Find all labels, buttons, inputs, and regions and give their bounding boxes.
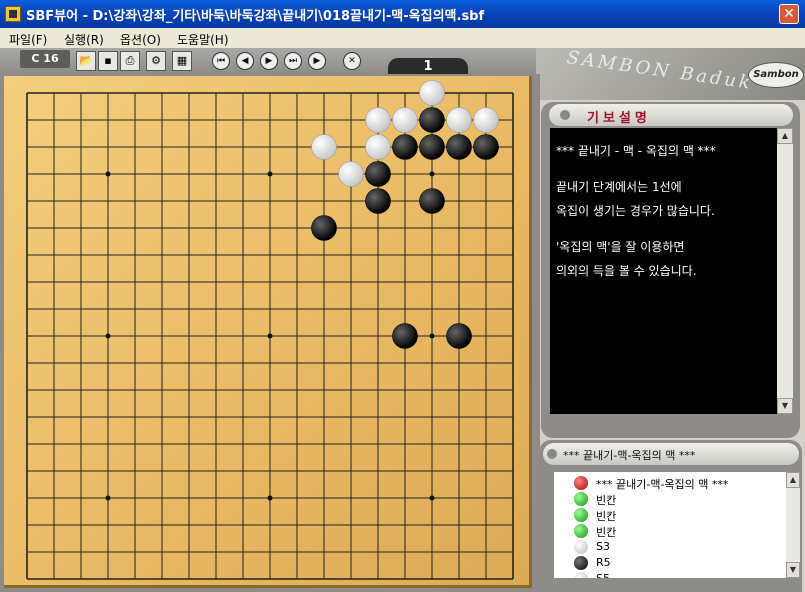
first-move-icon[interactable]: ⏮ — [212, 52, 230, 70]
green-gem-icon — [574, 492, 588, 506]
brand-logo: SAMBON Baduk — [565, 47, 755, 94]
move-tree[interactable]: *** 끝내기-맥-옥집의 맥 *** 빈칸 빈칸 빈칸 S3 R5 S5 — [554, 472, 800, 578]
white-stone — [365, 107, 391, 133]
black-stone — [446, 323, 472, 349]
scroll-down-icon[interactable]: ▼ — [786, 562, 800, 578]
go-board[interactable] — [4, 76, 532, 588]
comment-line: '옥집의 맥'을 잘 이용하면 — [556, 240, 685, 254]
next-move-icon[interactable]: ▶ — [260, 52, 278, 70]
comment-header: 기보설명 — [549, 104, 793, 126]
coordinate-display: C 16 — [20, 50, 70, 68]
scroll-down-icon[interactable]: ▼ — [777, 398, 793, 414]
comment-line: 옥집이 생기는 경우가 많습니다. — [556, 204, 715, 218]
scroll-up-icon[interactable]: ▲ — [777, 128, 793, 144]
app-icon — [5, 6, 21, 22]
move-number: 1 — [388, 58, 468, 74]
black-stone — [365, 161, 391, 187]
menu-bar: 파일(F) 실행(R) 옵션(O) 도움말(H) — [0, 28, 805, 48]
grid-icon[interactable]: ▦ — [172, 51, 192, 71]
white-stone — [473, 107, 499, 133]
comment-line: 의외의 득을 볼 수 있습니다. — [556, 264, 697, 278]
tree-header: *** 끝내기-맥-옥집의 맥 *** — [543, 443, 799, 465]
star-point — [105, 171, 111, 177]
prev-move-icon[interactable]: ◀ — [236, 52, 254, 70]
white-stone — [392, 107, 418, 133]
title-bar: SBF뷰어 - D:\강좌\강좌_기타\바둑\바둑강좌\끝내기\018끝내기-맥… — [0, 0, 805, 28]
menu-run[interactable]: 실행(R) — [64, 31, 104, 48]
black-stone — [392, 134, 418, 160]
green-gem-icon — [574, 524, 588, 538]
last-move-icon[interactable]: ⏭ — [284, 52, 302, 70]
red-gem-icon — [574, 476, 588, 490]
white-stone-icon — [574, 572, 588, 578]
open-folder-icon[interactable]: 📂 — [76, 51, 96, 71]
black-stone — [365, 188, 391, 214]
play-icon[interactable]: ▶ — [308, 52, 326, 70]
scroll-up-icon[interactable]: ▲ — [786, 472, 800, 488]
close-button[interactable]: ✕ — [779, 4, 799, 24]
menu-help[interactable]: 도움말(H) — [177, 31, 229, 48]
white-stone — [338, 161, 364, 187]
bullet-icon — [560, 110, 570, 120]
bullet-icon — [547, 449, 557, 459]
black-stone — [419, 134, 445, 160]
black-stone — [392, 323, 418, 349]
black-stone — [446, 134, 472, 160]
star-point — [429, 495, 435, 501]
star-point — [429, 171, 435, 177]
white-stone-icon — [574, 540, 588, 554]
star-point — [267, 171, 273, 177]
comment-box[interactable]: *** 끝내기 - 맥 - 옥집의 맥 *** 끝내기 단계에서는 1선에 옥집… — [550, 128, 793, 414]
black-stone — [473, 134, 499, 160]
black-stone — [419, 188, 445, 214]
printer-setup-icon[interactable]: ⚙ — [146, 51, 166, 71]
star-point — [429, 333, 435, 339]
star-point — [267, 333, 273, 339]
menu-options[interactable]: 옵션(O) — [120, 31, 161, 48]
stop-icon[interactable]: ✕ — [343, 52, 361, 70]
tree-scrollbar[interactable]: ▲ ▼ — [786, 472, 800, 578]
brand-banner: SAMBON Baduk Sambon — [536, 47, 805, 100]
star-point — [105, 495, 111, 501]
white-stone — [311, 134, 337, 160]
window-title: SBF뷰어 - D:\강좌\강좌_기타\바둑\바둑강좌\끝내기\018끝내기-맥… — [26, 9, 485, 24]
white-stone — [446, 107, 472, 133]
black-stone-icon — [574, 556, 588, 570]
comment-header-label: 기보설명 — [587, 111, 651, 126]
green-gem-icon — [574, 508, 588, 522]
comment-scrollbar[interactable]: ▲ ▼ — [777, 128, 793, 414]
white-stone — [419, 80, 445, 106]
comment-line: 끝내기 단계에서는 1선에 — [556, 180, 682, 194]
star-point — [105, 333, 111, 339]
menu-file[interactable]: 파일(F) — [9, 31, 47, 48]
brand-badge: Sambon — [748, 62, 804, 88]
star-point — [267, 495, 273, 501]
white-stone — [365, 134, 391, 160]
black-stone — [419, 107, 445, 133]
board-grid[interactable] — [4, 76, 532, 588]
print-icon[interactable]: ⎙ — [120, 51, 140, 71]
comment-line: *** 끝내기 - 맥 - 옥집의 맥 *** — [556, 144, 716, 158]
black-stone — [311, 215, 337, 241]
save-icon[interactable]: ▪ — [98, 51, 118, 71]
tree-header-label: *** 끝내기-맥-옥집의 맥 *** — [563, 449, 696, 462]
